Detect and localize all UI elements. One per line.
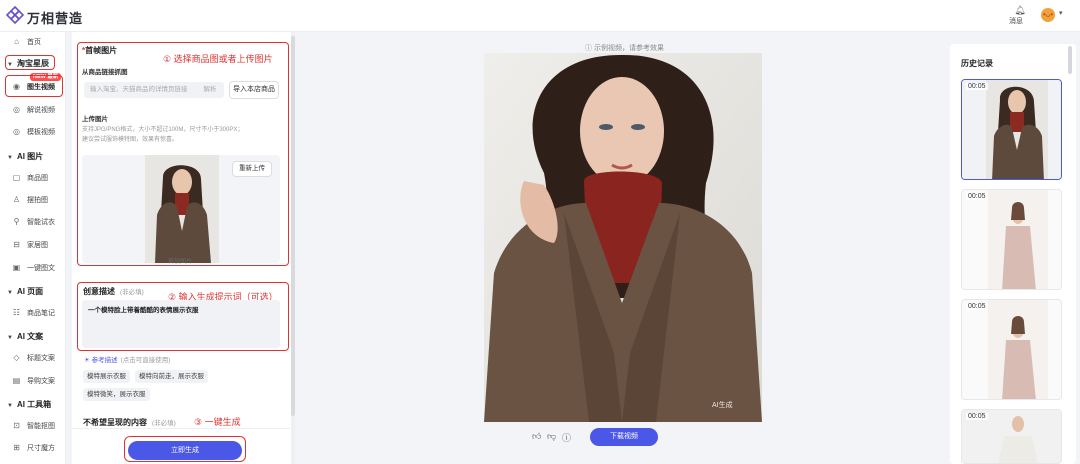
cutout-icon: ⊡	[13, 421, 20, 430]
history-item[interactable]: 00:05	[961, 299, 1062, 400]
bag-icon: ▢	[12, 173, 21, 182]
sidebar-item-size-cube[interactable]: ⊞ 尺寸魔方	[12, 443, 55, 455]
preview-video[interactable]	[484, 53, 762, 422]
sidebar-group-ai-tools[interactable]: ▼ AI 工具箱	[7, 399, 51, 410]
reupload-button[interactable]: 重新上传	[232, 161, 272, 177]
resize-icon: ⊞	[13, 443, 20, 452]
model-image	[484, 53, 762, 422]
panel-scrollbar-thumb[interactable]	[291, 36, 295, 416]
caret-down-icon: ▼	[7, 155, 13, 161]
sidebar-item-product-notes[interactable]: ☷ 商品笔记	[12, 308, 55, 320]
play-circle-icon: ◎	[13, 127, 20, 136]
reference-tag[interactable]: 模特微笑，展示衣服	[83, 388, 150, 401]
duration-label: 00:05	[966, 413, 988, 420]
highlight-box	[5, 75, 63, 97]
generate-button[interactable]: 立即生成	[128, 441, 242, 460]
sidebar-item-cutout[interactable]: ⊡ 智能抠图	[12, 421, 55, 433]
play-circle-icon: ◎	[13, 105, 20, 114]
reference-tag[interactable]: 模特向前走，展示衣服	[135, 370, 208, 383]
sidebar-item-home[interactable]: ⌂ 首页	[12, 37, 41, 49]
caret-down-icon: ▼	[7, 290, 13, 296]
sidebar-item-explain-video[interactable]: ◎ 解说视频	[12, 105, 55, 117]
bell-icon[interactable]: 🔔︎	[1013, 5, 1027, 16]
duration-label: 00:05	[966, 193, 988, 200]
person-icon: ♙	[12, 195, 21, 204]
messages-label[interactable]: 消息	[1009, 16, 1023, 26]
shirt-icon: ⚲	[13, 217, 20, 226]
upload-area[interactable]: 重新上传	[82, 155, 280, 263]
from-link-label: 从商品链接抓图	[82, 69, 128, 76]
caret-down-icon: ▼	[7, 335, 13, 341]
app-name: 万相营造	[27, 11, 84, 26]
thumbs-up-icon[interactable]: 👍︎	[532, 431, 541, 442]
history-item[interactable]: 00:05	[961, 409, 1062, 464]
chevron-down-icon[interactable]: ▾	[1059, 9, 1063, 17]
thumbs-down-icon[interactable]: 👎︎	[547, 431, 556, 442]
bulb-icon: ☀	[84, 357, 92, 364]
annotation-step3: ③ 一键生成	[194, 417, 241, 427]
watermark: AI生成	[712, 402, 733, 409]
reference-label: ☀ 参考描述 (点击可直接使用)	[84, 357, 171, 364]
image-icon: ▣	[12, 263, 21, 272]
info-icon[interactable]: ⓘ	[562, 431, 571, 444]
reference-tag[interactable]: 模特展示衣服	[83, 370, 130, 383]
parse-button[interactable]: 解析	[196, 82, 224, 98]
upload-hint: 建议尝试服饰模特图，效果有惊喜。	[82, 137, 179, 143]
sidebar-item-product-image[interactable]: ▢ 商品图	[12, 173, 48, 185]
sidebar-item-title-copy[interactable]: ◇ 标题文案	[12, 353, 55, 365]
avatar[interactable]: •ᴗ•	[1041, 8, 1055, 22]
sidebar-item-guide-copy[interactable]: ▤ 导购文案	[12, 376, 55, 388]
upload-hint: 支持JPG/PNG格式，大小不超过100M，尺寸不小于300PX；	[82, 127, 244, 133]
sidebar-group-ai-copy[interactable]: ▼ AI 文案	[7, 331, 43, 342]
history-scrollbar[interactable]	[1067, 44, 1073, 464]
highlight-box	[5, 55, 55, 70]
sidebar-group-ai-image[interactable]: ▼ AI 图片	[7, 151, 43, 162]
sidebar-item-template-video[interactable]: ◎ 模板视频	[12, 127, 55, 139]
notes-icon: ☷	[12, 308, 21, 317]
download-video-button[interactable]: 下载视频	[590, 428, 658, 446]
sidebar-item-try-on[interactable]: ⚲ 智能试衣	[12, 217, 55, 229]
preview-note: ⓘ 示例视频，请参考效果	[585, 45, 664, 52]
document-icon: ▤	[12, 376, 21, 385]
history-item[interactable]: 00:05	[961, 189, 1062, 290]
tag-icon: ◇	[13, 353, 20, 362]
duration-label: 00:05	[966, 303, 988, 310]
history-thumbnail	[962, 190, 1061, 289]
first-frame-label: *首帧图片	[82, 46, 118, 55]
upload-label: 上传图片	[82, 116, 108, 123]
logo-icon	[6, 6, 24, 24]
top-bar: 万相营造 🔔︎ 消息 •ᴗ• ▾	[0, 0, 1080, 32]
history-thumbnail	[962, 80, 1061, 179]
creative-label: 创意描述 (非必填)	[83, 287, 144, 296]
duration-label: 00:05	[966, 83, 988, 90]
negative-label: 不希望呈现的内容 (非必填)	[83, 418, 176, 427]
import-store-button[interactable]: 导入本店商品	[229, 81, 279, 99]
uploaded-image	[145, 155, 219, 263]
sidebar-item-home-image[interactable]: ⊟ 家居图	[12, 240, 48, 252]
creative-textarea[interactable]: 一个模特脸上带着酷酷的表情展示衣服	[82, 300, 280, 348]
history-title: 历史记录	[961, 59, 993, 68]
home-icon: ⌂	[14, 37, 19, 46]
image-caption: 首帧图片	[168, 259, 193, 265]
sidebar-group-ai-page[interactable]: ▼ AI 页面	[7, 286, 43, 297]
history-item[interactable]: 00:05	[961, 79, 1062, 180]
annotation-step1: ① 选择商品图或者上传图片	[163, 54, 273, 64]
sidebar-item-one-click[interactable]: ▣ 一键图文	[12, 263, 55, 275]
sofa-icon: ⊟	[13, 240, 20, 249]
caret-down-icon: ▼	[7, 403, 13, 409]
info-icon: ⓘ	[585, 45, 594, 52]
sidebar-item-pose-image[interactable]: ♙ 摆拍图	[12, 195, 48, 207]
history-thumbnail	[962, 300, 1061, 399]
history-scrollbar-thumb[interactable]	[1068, 46, 1072, 74]
